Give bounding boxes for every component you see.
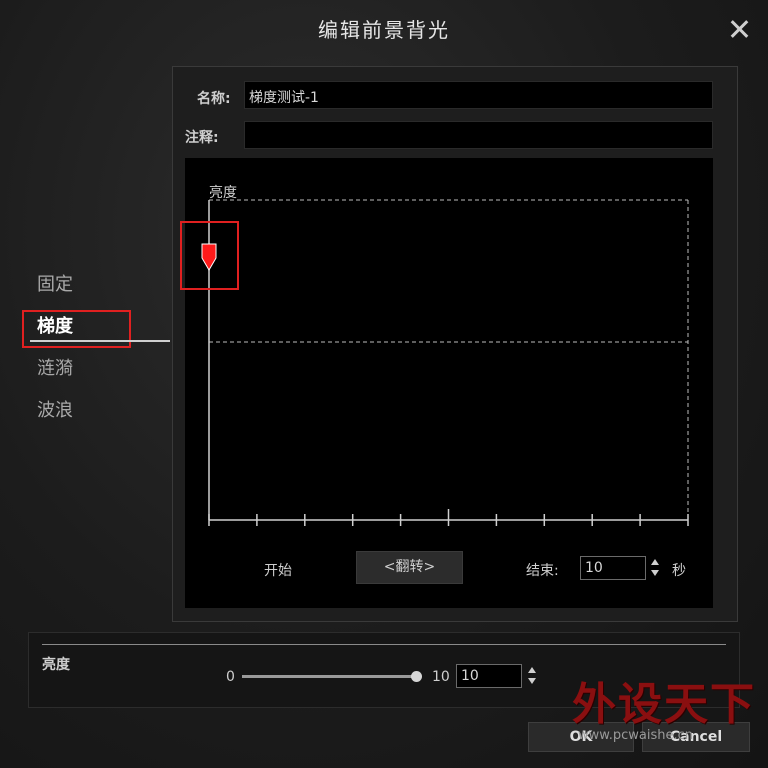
- end-time-stepper[interactable]: [650, 558, 660, 578]
- watermark-cn-text: 外设天下: [572, 679, 756, 730]
- brightness-stepper[interactable]: [527, 666, 537, 686]
- stepper-up-icon[interactable]: [651, 559, 659, 565]
- start-label: 开始: [264, 563, 292, 579]
- marker-pin-icon[interactable]: [201, 243, 217, 271]
- brightness-label: 亮度: [42, 657, 70, 673]
- seconds-unit-label: 秒: [672, 563, 686, 579]
- slider-handle[interactable]: [411, 671, 422, 682]
- slider-min-label: 0: [226, 669, 235, 685]
- stepper-up-icon[interactable]: [528, 667, 536, 673]
- watermark-url: www.pcwaishe.cn: [578, 728, 693, 743]
- stepper-down-icon[interactable]: [651, 570, 659, 576]
- stepper-down-icon[interactable]: [528, 678, 536, 684]
- graph-ticks: [208, 509, 689, 526]
- flip-button[interactable]: <翻转>: [356, 551, 463, 584]
- brightness-slider[interactable]: [242, 675, 416, 678]
- slider-max-label: 10: [432, 669, 450, 685]
- watermark-logo: 外设天下: [572, 668, 756, 732]
- end-label: 结束:: [526, 563, 559, 579]
- divider: [42, 644, 726, 645]
- brightness-input[interactable]: 10: [456, 664, 522, 688]
- end-time-input[interactable]: 10: [580, 556, 646, 580]
